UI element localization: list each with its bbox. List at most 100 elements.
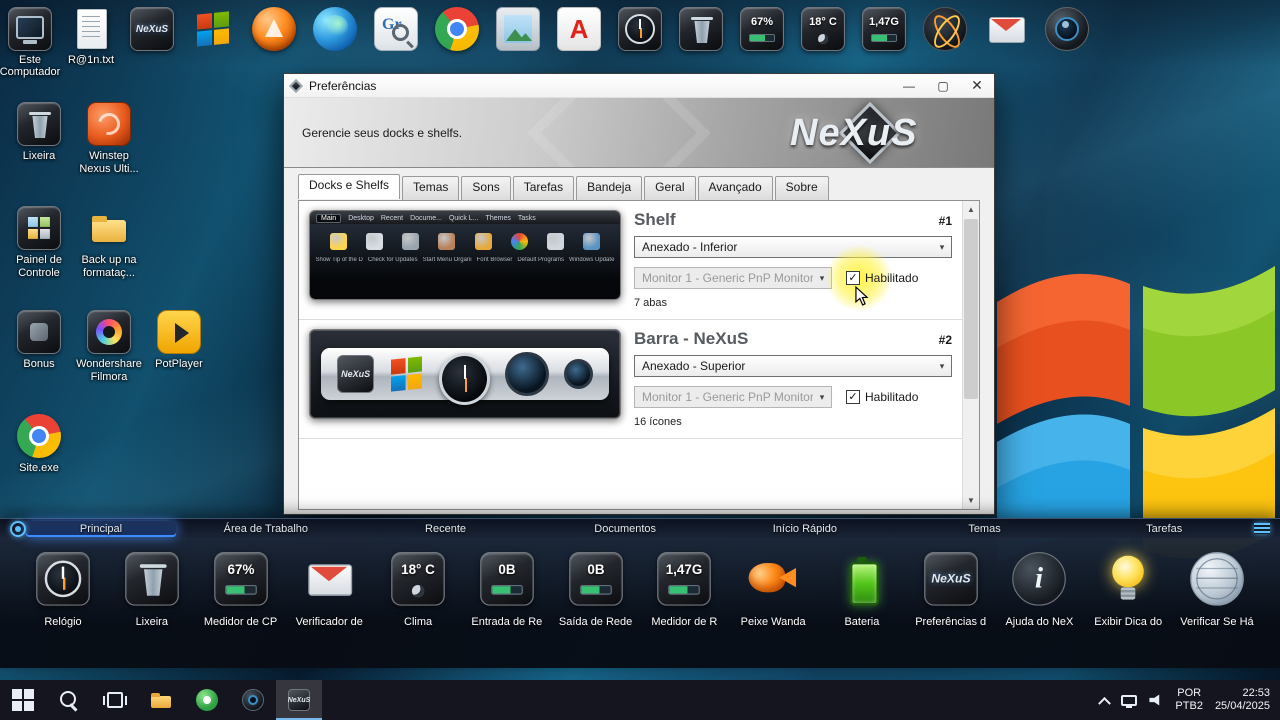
shelf-tab-principal[interactable]: Principal xyxy=(26,520,176,537)
bottom-shelf: Principal Área de Trabalho Recente Document… xyxy=(0,518,1280,668)
volume-icon[interactable] xyxy=(1149,694,1160,706)
dock-item-nexus[interactable]: NeXuS xyxy=(130,7,174,66)
chevron-down-icon: ▾ xyxy=(819,272,825,283)
dock-item-mail[interactable] xyxy=(984,7,1028,66)
file-explorer-button[interactable] xyxy=(138,680,184,720)
maximize-button[interactable]: ▢ xyxy=(926,74,960,97)
desktop-icon-wondershare-filmora[interactable]: Wondershare Filmora xyxy=(74,306,144,410)
dock-item-clock[interactable] xyxy=(618,7,662,66)
desktop-icon-back-up-na-formatac[interactable]: Back up na formataç... xyxy=(74,202,144,306)
tab-avanc-ado[interactable]: Avançado xyxy=(697,176,773,200)
info-icon xyxy=(1012,552,1067,606)
dock-entry-title: Shelf xyxy=(634,210,676,229)
dock-item-r-1n-txt[interactable]: R@1n.txt xyxy=(68,7,114,66)
tab-sobre[interactable]: Sobre xyxy=(774,176,829,200)
tab-docks-e-shelfs[interactable]: Docks e Shelfs xyxy=(298,174,401,199)
shelf-tab-a-rea-de-trabalho[interactable]: Área de Trabalho xyxy=(176,521,356,537)
dock-item-gr[interactable]: Gr xyxy=(374,7,418,66)
task-view-icon xyxy=(103,689,126,711)
dock-item-windows[interactable] xyxy=(191,7,235,66)
shelf-settings-icon[interactable] xyxy=(10,520,26,537)
dock-item-edge[interactable] xyxy=(313,7,357,66)
camera-app-button[interactable] xyxy=(230,680,276,720)
close-button[interactable]: ✕ xyxy=(960,74,994,97)
desktop-icon-lixeira[interactable]: Lixeira xyxy=(4,98,74,202)
desktop-icon-potplayer[interactable]: PotPlayer xyxy=(144,306,214,410)
shelf-tab-documentos[interactable]: Documentos xyxy=(535,521,715,537)
shelf-item-verificador-de[interactable]: Verificador de xyxy=(290,552,368,628)
shelf-tab-tarefas[interactable]: Tarefas xyxy=(1074,521,1254,537)
system-tray: POR PTB2 22:53 25/04/2025 xyxy=(1098,680,1280,720)
shelf-item-peixe-wanda[interactable]: Peixe Wanda xyxy=(734,552,812,628)
window-title: Preferências xyxy=(309,78,377,93)
network-icon[interactable] xyxy=(1121,694,1138,708)
enabled-checkbox[interactable]: ✓ xyxy=(846,390,860,404)
shelf-collapse-icon[interactable] xyxy=(1254,523,1270,534)
nexus-app-button[interactable]: NeXuS xyxy=(276,680,322,720)
minimize-button[interactable]: — xyxy=(892,74,926,97)
shelf-item-medidor-de-cp[interactable]: 67% Medidor de CP xyxy=(202,552,280,628)
shelf-tab-recente[interactable]: Recente xyxy=(356,521,536,537)
clock-mini-icon xyxy=(439,353,491,405)
dock-item-pdf[interactable] xyxy=(557,7,601,66)
desktop-icon-winstep-nexus-ulti[interactable]: Winstep Nexus Ulti... xyxy=(74,98,144,202)
shelf-tab-temas[interactable]: Temas xyxy=(895,521,1075,537)
dock-item-meter[interactable]: 67% xyxy=(740,7,784,66)
tab-temas[interactable]: Temas xyxy=(402,176,460,200)
scrollbar[interactable]: ▲ ▼ xyxy=(962,201,979,509)
tab-geral[interactable]: Geral xyxy=(644,176,696,200)
dock-item-atom[interactable] xyxy=(923,7,967,66)
shelf-item-exibir-dica-do[interactable]: Exibir Dica do xyxy=(1089,552,1167,628)
attach-position-dropdown[interactable]: Anexado - Superior ▾ xyxy=(634,355,952,377)
shelf-item-prefere-ncias-d[interactable]: NeXuS Preferências d xyxy=(912,552,990,628)
shelf-item-clima[interactable]: 18° C Clima xyxy=(379,552,457,628)
tab-bandeja[interactable]: Bandeja xyxy=(576,176,643,200)
shelf-item-ajuda-do-nex[interactable]: Ajuda do NeX xyxy=(1000,552,1078,628)
icon-text: Gr xyxy=(382,16,402,33)
dock-item-este-computador[interactable]: Este Computador xyxy=(0,7,60,78)
scroll-up-icon[interactable]: ▲ xyxy=(963,201,979,218)
shelf-item-sai-da-de-rede[interactable]: 0B Saída de Rede xyxy=(557,552,635,628)
dock-item-avast[interactable] xyxy=(252,7,296,66)
desktop-icon-site-exe[interactable]: Site.exe xyxy=(4,410,74,514)
dock-item-photo[interactable] xyxy=(496,7,540,66)
scroll-down-icon[interactable]: ▼ xyxy=(963,492,979,509)
shelf-item-entrada-de-re[interactable]: 0B Entrada de Re xyxy=(468,552,546,628)
desktop-icon-bonus[interactable]: Bonus xyxy=(4,306,74,410)
chevron-down-icon: ▾ xyxy=(819,391,825,402)
media-app-button[interactable] xyxy=(184,680,230,720)
scroll-thumb[interactable] xyxy=(964,219,978,399)
language-indicator[interactable]: POR PTB2 xyxy=(1175,687,1203,713)
meter-icon: 67% xyxy=(213,552,268,606)
monitor-dropdown: Monitor 1 - Generic PnP Monitor (▾ xyxy=(634,386,832,408)
shelf-item-verificar-se-ha[interactable]: Verificar Se Há xyxy=(1178,552,1256,628)
dock-item-camera[interactable] xyxy=(1045,7,1089,66)
shelf-item-bateria[interactable]: Bateria xyxy=(823,552,901,628)
chrome-icon xyxy=(435,7,479,51)
attach-position-dropdown[interactable]: Anexado - Inferior ▾ xyxy=(634,236,952,258)
nexus-logo: NeXuS xyxy=(782,101,972,165)
desktop-icon-painel-de-controle[interactable]: Painel de Controle xyxy=(4,202,74,306)
thumbnail-tab: Themes xyxy=(485,214,511,222)
enabled-checkbox[interactable]: ✓ xyxy=(846,271,860,285)
shelf-tab-ini-cio-ra-pido[interactable]: Início Rápido xyxy=(715,521,895,537)
clock-indicator[interactable]: 22:53 25/04/2025 xyxy=(1215,687,1270,713)
dock-item-meter[interactable]: 1,47G xyxy=(862,7,906,66)
tab-tarefas[interactable]: Tarefas xyxy=(512,176,575,200)
shelf-item-medidor-de-r[interactable]: 1,47G Medidor de R xyxy=(645,552,723,628)
dock-item-weather[interactable]: 18° C xyxy=(801,7,845,66)
dock-thumbnail: Main Desktop Recent Docume... Quick L... Them… xyxy=(309,210,621,300)
meter-icon: 0B xyxy=(479,552,534,606)
shelf-item-relo-gio[interactable]: Relógio xyxy=(24,552,102,628)
window-titlebar[interactable]: Preferências — ▢ ✕ xyxy=(284,74,994,98)
shelf-item-lixeira[interactable]: Lixeira xyxy=(113,552,191,628)
tab-sons[interactable]: Sons xyxy=(461,176,511,200)
badge-text: 67% xyxy=(227,562,254,578)
dock-item-chrome[interactable] xyxy=(435,7,479,66)
dock-item-recycle-bin[interactable] xyxy=(679,7,723,66)
search-button[interactable] xyxy=(46,680,92,720)
shelf-item-label: Exibir Dica do xyxy=(1094,616,1163,628)
task-view-button[interactable] xyxy=(92,680,138,720)
tray-expand-icon[interactable] xyxy=(1098,696,1112,710)
start-button[interactable] xyxy=(0,680,46,720)
